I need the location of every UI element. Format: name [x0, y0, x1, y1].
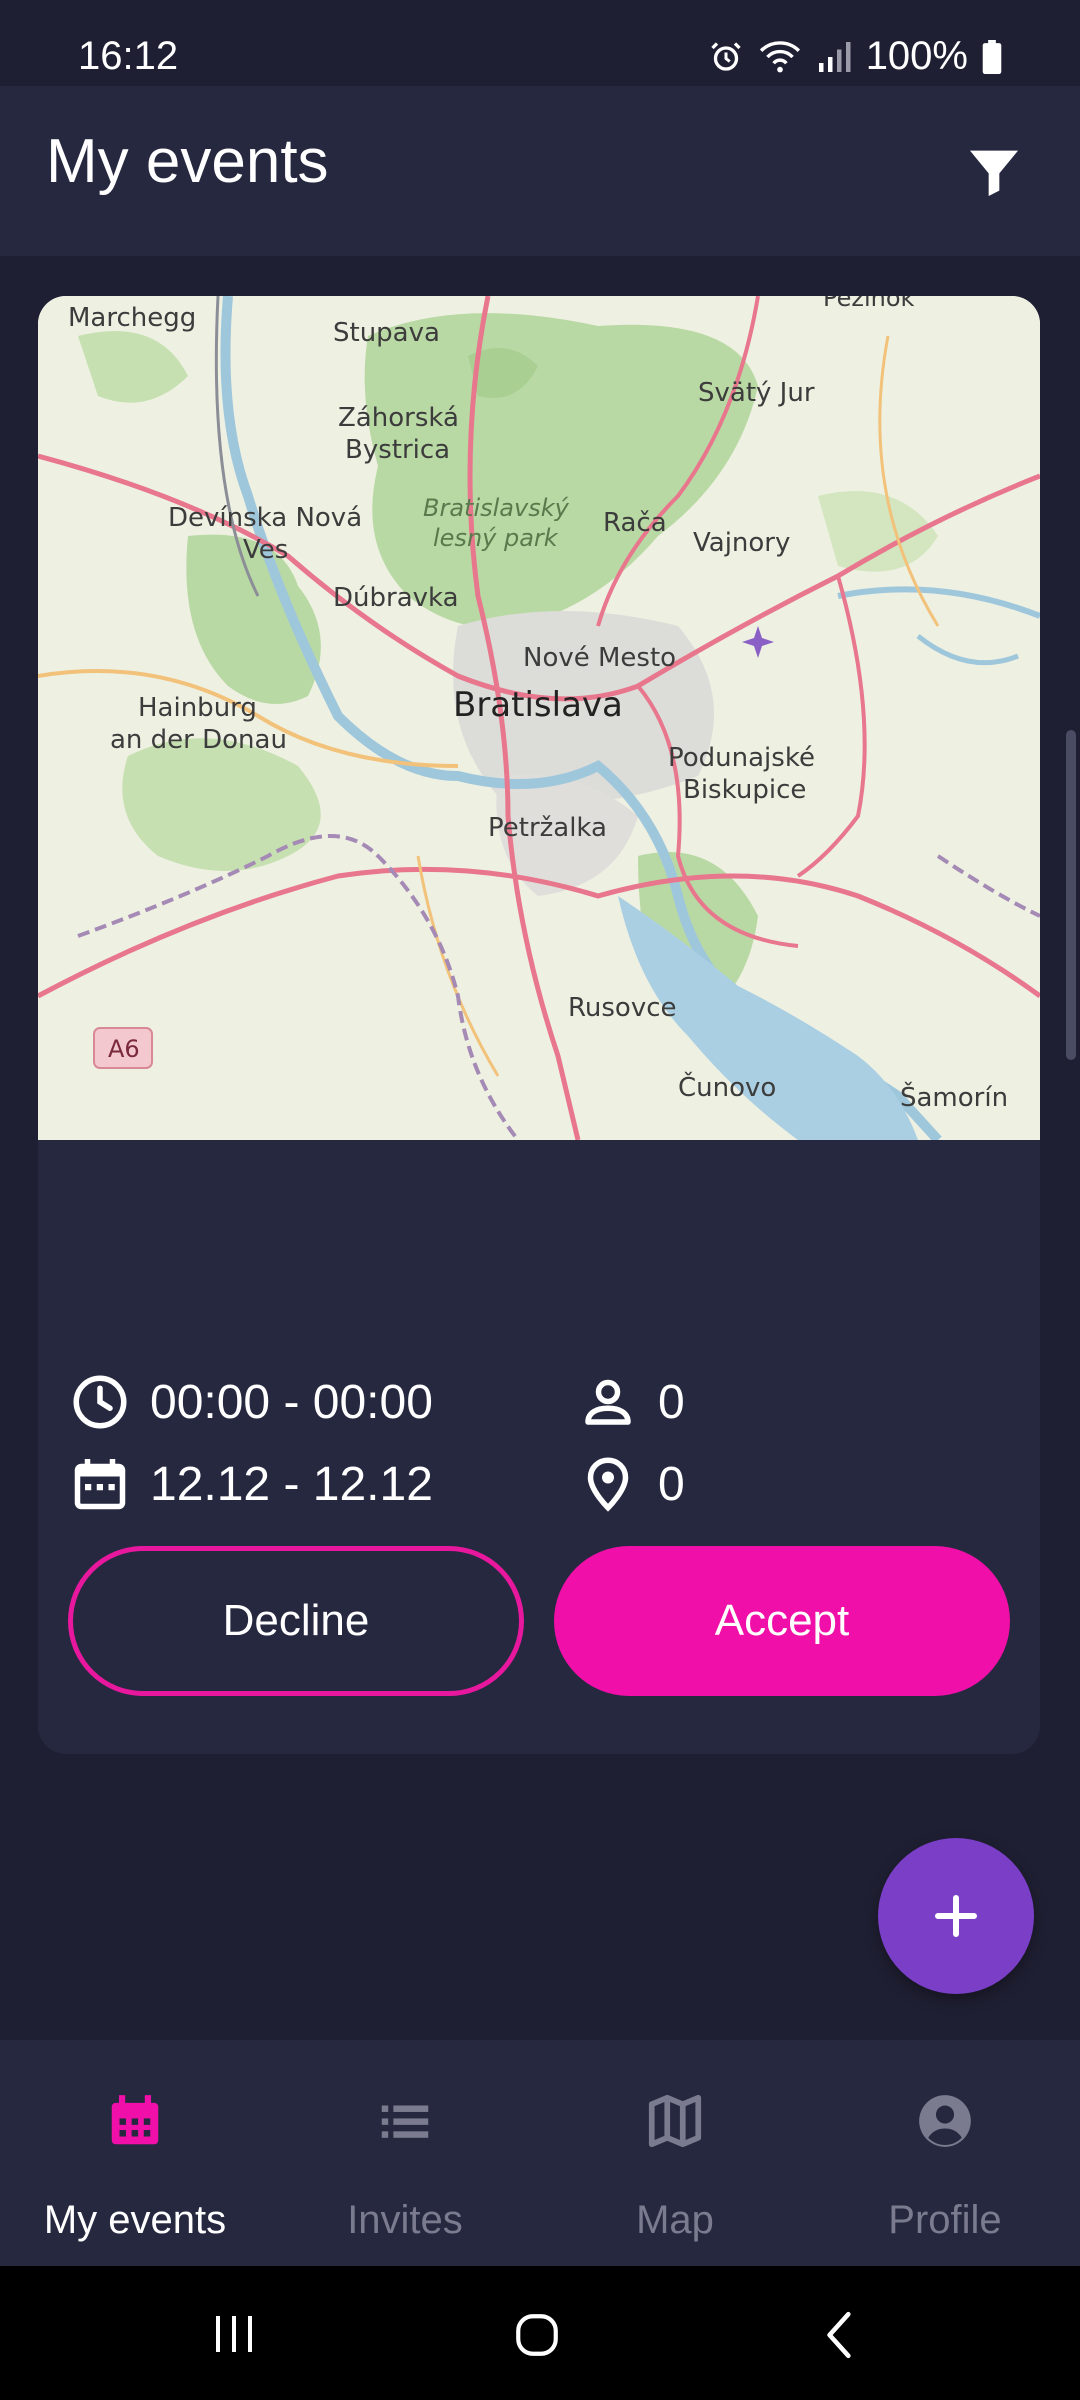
map-label: Biskupice: [683, 775, 806, 805]
person-icon: [585, 1379, 631, 1425]
map-icon: [648, 2094, 702, 2148]
map-tiles: Marchegg Stupava Pezinok Záhorská Bystri…: [38, 296, 1040, 1140]
account-circle-icon: [919, 2095, 971, 2147]
event-time: 00:00 - 00:00: [150, 1375, 433, 1429]
map-label: Devínska Nová: [168, 503, 362, 533]
map-label: Pezinok: [823, 296, 915, 312]
page-title: My events: [46, 127, 329, 196]
map-label: Rača: [603, 508, 667, 538]
battery-text: 100%: [865, 34, 968, 78]
calendar-icon: [74, 1459, 126, 1510]
map-label: Šamorín: [900, 1081, 1008, 1113]
nav-item-profile[interactable]: Profile: [810, 2040, 1080, 2266]
map-label: Bratislava: [453, 685, 623, 725]
bottom-navigation: My events Invites Map Profile: [0, 2040, 1080, 2266]
map-label: Hainburg: [138, 693, 257, 723]
app-bar: My events: [0, 86, 1080, 256]
map-label: Stupava: [333, 318, 440, 348]
event-time-row: 00:00 - 00:00: [70, 1372, 433, 1432]
map-label: Bratislavský: [423, 494, 570, 522]
recent-apps-icon[interactable]: [210, 2312, 258, 2356]
map-label: an der Donau: [110, 725, 287, 755]
event-card[interactable]: Marchegg Stupava Pezinok Záhorská Bystri…: [38, 296, 1040, 1754]
map-label: Dúbravka: [333, 583, 459, 613]
event-date: 12.12 - 12.12: [150, 1457, 433, 1511]
nav-item-map[interactable]: Map: [540, 2040, 810, 2266]
accept-button[interactable]: Accept: [554, 1546, 1010, 1696]
nav-item-label: Invites: [347, 2198, 463, 2242]
signal-icon: [818, 41, 851, 72]
map-label: Vajnory: [693, 528, 790, 558]
alarm-icon: [711, 41, 741, 71]
back-icon[interactable]: [820, 2310, 860, 2360]
nav-item-invites[interactable]: Invites: [270, 2040, 540, 2266]
battery-icon: [982, 39, 1002, 74]
nav-item-label: Map: [636, 2198, 714, 2242]
event-participants-row: 0: [578, 1372, 685, 1432]
clock-icon: [73, 1375, 127, 1429]
map-label: lesný park: [433, 524, 559, 552]
home-icon[interactable]: [512, 2310, 562, 2360]
nav-item-my-events[interactable]: My events: [0, 2040, 270, 2266]
map-label: Marchegg: [68, 303, 196, 333]
status-bar: 16:12 100%: [0, 0, 1080, 86]
event-map-preview[interactable]: Marchegg Stupava Pezinok Záhorská Bystri…: [38, 296, 1040, 1140]
map-label: Ves: [243, 535, 288, 565]
add-event-button[interactable]: [878, 1838, 1034, 1994]
event-date-row: 12.12 - 12.12: [70, 1454, 433, 1514]
map-label: Čunovo: [678, 1071, 776, 1103]
status-icons: 100%: [708, 34, 1002, 79]
decline-button[interactable]: Decline: [68, 1546, 524, 1696]
wifi-icon: [759, 40, 800, 72]
event-locations: 0: [658, 1457, 685, 1511]
list-icon: [381, 2105, 429, 2138]
map-label: Svätý Jur: [698, 378, 815, 408]
status-time: 16:12: [78, 34, 179, 78]
map-label: Petržalka: [488, 813, 607, 843]
plus-icon: [935, 1895, 977, 1937]
location-pin-icon: [587, 1457, 629, 1512]
map-label: Rusovce: [568, 993, 677, 1023]
road-shield-label: A6: [108, 1035, 140, 1063]
map-label: Záhorská: [338, 403, 459, 433]
filter-icon[interactable]: [962, 140, 1026, 204]
nav-item-label: My events: [43, 2198, 227, 2242]
event-participants: 0: [658, 1375, 685, 1429]
scrollbar[interactable]: [1066, 730, 1076, 1060]
event-location-row: 0: [578, 1454, 685, 1514]
map-label: Podunajské: [668, 743, 815, 773]
map-label: Bystrica: [345, 435, 450, 465]
map-label: Nové Mesto: [523, 643, 676, 673]
system-navigation-bar: [0, 2266, 1080, 2400]
nav-item-label: Profile: [888, 2198, 1002, 2242]
calendar-icon: [111, 2095, 159, 2145]
